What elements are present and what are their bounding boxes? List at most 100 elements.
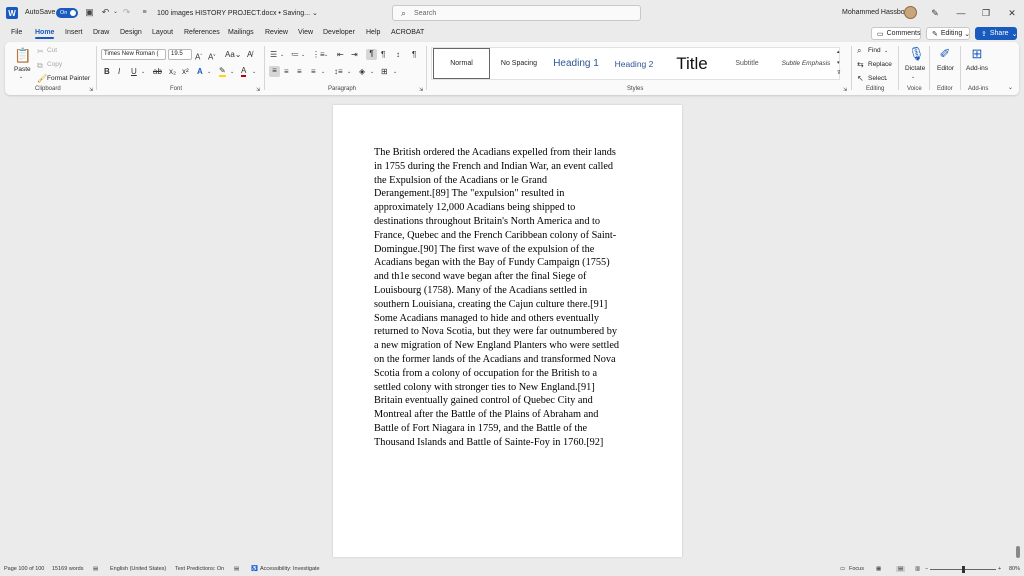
text-predictions-status[interactable]: Text Predictions: On: [175, 566, 224, 572]
increase-indent-icon[interactable]: ⇥: [351, 50, 358, 59]
style-subtle-emphasis[interactable]: Subtle Emphasis: [774, 48, 838, 79]
styles-launcher-icon[interactable]: ⇲: [843, 86, 847, 95]
styles-scroll-up-icon[interactable]: ▴: [837, 48, 840, 57]
borders-icon[interactable]: ⊞: [381, 67, 388, 76]
search-input[interactable]: ⌕ Search: [392, 5, 641, 21]
tab-review[interactable]: Review: [265, 29, 288, 36]
format-painter-button[interactable]: Format Painter: [47, 75, 90, 82]
document-page[interactable]: The British ordered the Acadians expelle…: [333, 105, 682, 557]
numbering-icon[interactable]: ≔: [291, 50, 299, 59]
autosave-toggle[interactable]: On: [56, 8, 78, 18]
page-count[interactable]: Page 100 of 100: [4, 566, 44, 572]
align-left-icon[interactable]: ≡: [269, 66, 280, 77]
underline-icon[interactable]: U: [131, 67, 137, 76]
undo-dropdown-icon[interactable]: ⌄: [110, 7, 121, 18]
word-count[interactable]: 15169 words: [52, 566, 84, 572]
tab-design[interactable]: Design: [120, 29, 142, 36]
chevron-down-icon[interactable]: ⌄: [884, 47, 888, 56]
zoom-level[interactable]: 80%: [1009, 566, 1020, 572]
read-mode-icon[interactable]: ▦: [876, 566, 881, 572]
paragraph-launcher-icon[interactable]: ⇲: [419, 86, 423, 95]
ltr-direction-icon[interactable]: ¶: [366, 49, 377, 60]
tab-draw[interactable]: Draw: [93, 29, 109, 36]
align-right-icon[interactable]: ≡: [297, 67, 302, 76]
chevron-down-icon[interactable]: ⌄: [393, 68, 397, 77]
paste-button[interactable]: Paste: [14, 66, 31, 73]
style-normal[interactable]: Normal: [433, 48, 490, 79]
chevron-down-icon[interactable]: ⌄: [301, 51, 305, 60]
chevron-down-icon[interactable]: ⌄: [280, 51, 284, 60]
align-center-icon[interactable]: ≡: [284, 67, 289, 76]
highlight-icon[interactable]: ✎: [219, 66, 226, 77]
styles-scroll-down-icon[interactable]: ▾: [837, 59, 840, 68]
web-layout-icon[interactable]: ▥: [915, 566, 920, 572]
dictate-button[interactable]: Dictate: [905, 65, 925, 72]
strikethrough-icon[interactable]: ab: [153, 67, 162, 76]
language-status[interactable]: English (United States): [110, 566, 166, 572]
avatar[interactable]: [904, 6, 917, 19]
tab-home[interactable]: Home: [35, 29, 55, 39]
shrink-font-icon[interactable]: Av: [208, 50, 215, 62]
tab-acrobat[interactable]: ACROBAT: [391, 29, 424, 36]
redo-icon[interactable]: ↷: [121, 7, 132, 18]
bullets-icon[interactable]: ☰: [270, 50, 277, 59]
pen-icon[interactable]: ✎: [928, 6, 942, 20]
tab-layout[interactable]: Layout: [152, 29, 173, 36]
share-button[interactable]: ⇪ Share ⌄: [975, 27, 1017, 40]
editing-mode-button[interactable]: ✎ Editing ⌄: [926, 27, 970, 40]
user-name[interactable]: Mohammed Hassbo: [842, 9, 905, 16]
focus-button[interactable]: Focus: [849, 566, 864, 572]
style-title[interactable]: Title: [664, 48, 720, 79]
font-name-field[interactable]: Times New Roman (: [101, 49, 166, 60]
editor-icon[interactable]: ✐: [938, 46, 952, 62]
track-changes-icon[interactable]: ▤: [234, 566, 239, 572]
tab-insert[interactable]: Insert: [65, 29, 83, 36]
tab-help[interactable]: Help: [366, 29, 380, 36]
clipboard-launcher-icon[interactable]: ⇲: [89, 86, 93, 95]
editor-button[interactable]: Editor: [937, 65, 954, 72]
tab-mailings[interactable]: Mailings: [228, 29, 254, 36]
clear-formatting-icon[interactable]: A̸: [247, 50, 252, 59]
style-subtitle[interactable]: Subtitle: [722, 48, 772, 79]
decrease-indent-icon[interactable]: ⇤: [337, 50, 344, 59]
close-icon[interactable]: ✕: [1005, 6, 1019, 20]
font-color-icon[interactable]: A: [241, 66, 247, 77]
document-title[interactable]: 100 images HISTORY PROJECT.docx • Saving…: [157, 9, 318, 17]
find-button[interactable]: Find: [868, 47, 881, 54]
superscript-icon[interactable]: x²: [182, 67, 189, 76]
addins-icon[interactable]: ⊞: [970, 46, 984, 62]
chevron-down-icon[interactable]: ⌄: [141, 68, 145, 77]
chevron-down-icon[interactable]: ⌄: [347, 68, 351, 77]
line-spacing-icon[interactable]: ↕≡: [334, 67, 343, 76]
accessibility-status[interactable]: Accessibility: Investigate: [260, 566, 320, 572]
zoom-in-button[interactable]: +: [998, 566, 1001, 572]
copy-button[interactable]: Copy: [47, 61, 62, 68]
style-heading-1[interactable]: Heading 1: [548, 48, 604, 79]
style-no-spacing[interactable]: No Spacing: [492, 48, 546, 79]
document-body[interactable]: The British ordered the Acadians expelle…: [374, 146, 641, 450]
grow-font-icon[interactable]: A^: [195, 50, 202, 62]
tab-file[interactable]: File: [11, 29, 22, 36]
zoom-out-button[interactable]: −: [925, 566, 928, 572]
chevron-down-icon[interactable]: ⌄: [321, 68, 325, 77]
chevron-down-icon[interactable]: ⌄: [911, 73, 915, 82]
chevron-down-icon[interactable]: ⌄: [230, 68, 234, 77]
chevron-down-icon[interactable]: ⌄: [324, 51, 328, 60]
restore-icon[interactable]: ❐: [979, 6, 993, 20]
save-icon[interactable]: ▣: [84, 7, 95, 18]
paste-icon[interactable]: 📋: [14, 47, 31, 63]
italic-icon[interactable]: I: [118, 67, 120, 76]
subscript-icon[interactable]: x₂: [169, 67, 176, 76]
shading-icon[interactable]: ◈: [359, 67, 365, 76]
bold-icon[interactable]: B: [104, 67, 110, 76]
minimize-icon[interactable]: —: [954, 6, 968, 20]
multilevel-list-icon[interactable]: ⋮≡: [312, 50, 325, 59]
chevron-down-icon[interactable]: ⌄: [252, 68, 256, 77]
proofing-icon[interactable]: ▤: [93, 566, 98, 572]
vertical-scrollbar[interactable]: [1016, 546, 1020, 558]
chevron-down-icon[interactable]: ⌄: [884, 75, 888, 84]
tab-view[interactable]: View: [298, 29, 313, 36]
collapse-ribbon-icon[interactable]: ⌄: [1008, 84, 1013, 93]
comments-button[interactable]: ▭ Comments: [871, 27, 921, 40]
microphone-icon[interactable]: 🎙: [908, 46, 925, 62]
